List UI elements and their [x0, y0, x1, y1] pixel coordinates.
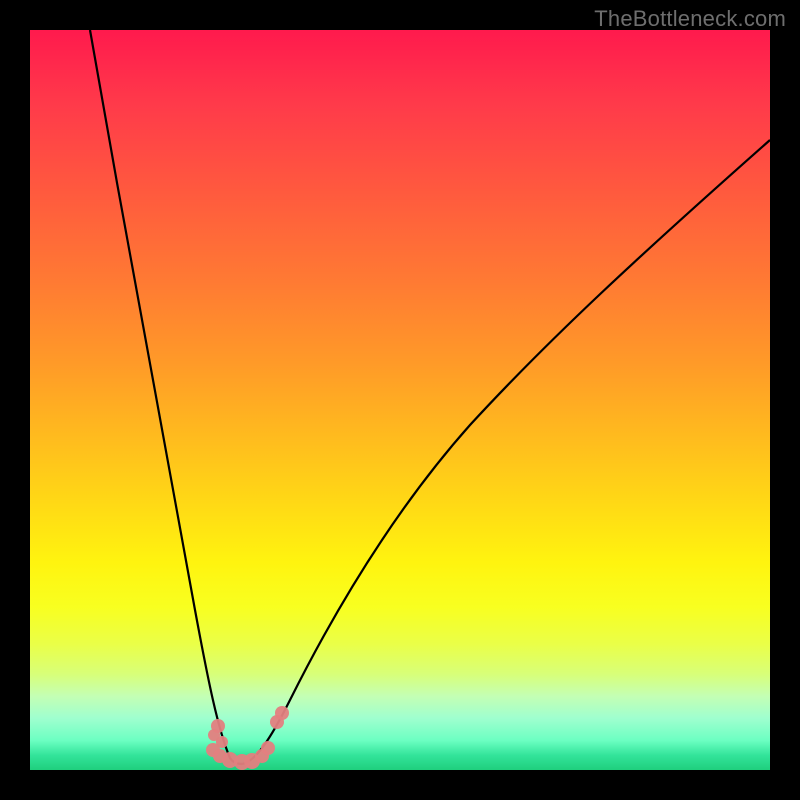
curve-right-branch — [242, 140, 770, 764]
watermark-text: TheBottleneck.com — [594, 6, 786, 32]
marker-dot — [261, 741, 275, 755]
marker-cluster — [206, 706, 289, 770]
curve-left-branch — [90, 30, 242, 764]
chart-svg — [30, 30, 770, 770]
chart-frame: TheBottleneck.com — [0, 0, 800, 800]
marker-dot — [275, 706, 289, 720]
